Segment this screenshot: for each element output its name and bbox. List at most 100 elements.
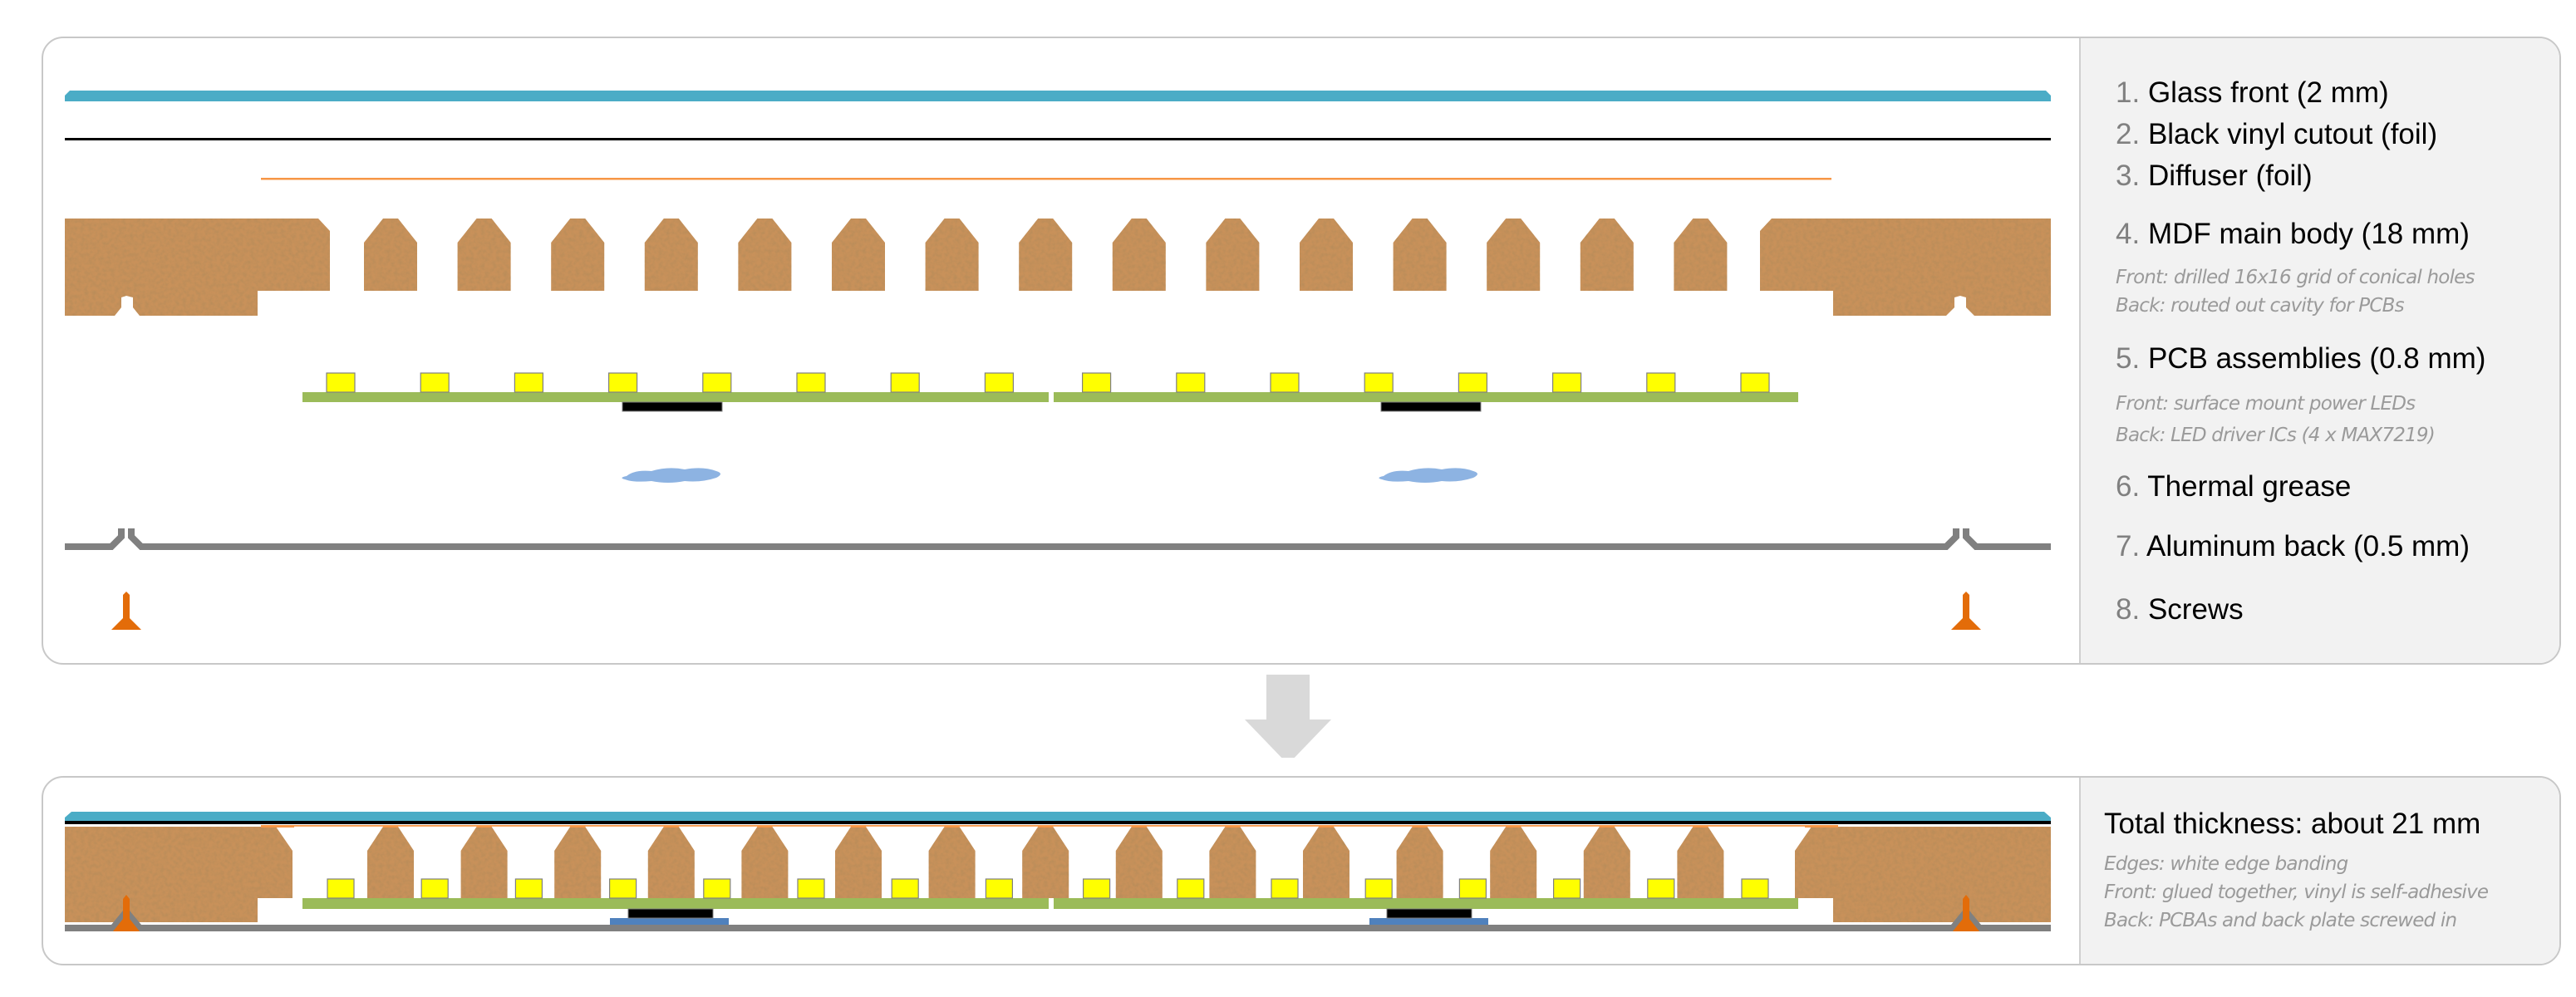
led — [1458, 878, 1487, 899]
mdf-left-block-texture — [65, 219, 330, 316]
legend-label: Aluminum back (0.5 mm) — [2146, 530, 2470, 562]
aluminum-back — [65, 528, 2051, 550]
mdf-pillar-texture — [1112, 219, 1166, 291]
arrow-shape — [1245, 675, 1331, 758]
legend-label: Thermal grease — [2147, 470, 2352, 503]
mdf-pillar-texture — [738, 219, 792, 291]
exploded-diagram — [65, 91, 2051, 630]
driver-ic — [1386, 908, 1472, 919]
exploded-view-panel: 1. Glass front (2 mm) 2. Black vinyl cut… — [42, 37, 2561, 665]
legend-number: 5. — [2116, 342, 2141, 375]
mdf-pillar-texture — [1393, 219, 1447, 291]
mdf-pillar-texture — [1396, 827, 1443, 898]
led — [796, 372, 826, 393]
led — [420, 878, 449, 899]
mdf-pillar-texture — [1583, 827, 1630, 898]
glass-front — [65, 91, 2051, 101]
led — [890, 372, 920, 393]
legend-number: 6. — [2116, 470, 2141, 503]
diffuser-contact — [1805, 825, 1838, 828]
mdf-pillar-texture — [644, 219, 698, 291]
led — [702, 372, 732, 393]
exploded-legend: 1. Glass front (2 mm) 2. Black vinyl cut… — [2079, 38, 2559, 663]
thermal-grease-compressed — [610, 918, 729, 925]
mdf-pillar-texture — [364, 219, 417, 291]
note-key: Front: — [2116, 393, 2169, 415]
led — [891, 878, 919, 899]
mdf-note-front: Front: drilled 16x16 grid of conical hol… — [2116, 263, 2475, 292]
legend-number: 4. — [2116, 218, 2141, 250]
diffuser-contact — [1131, 825, 1147, 828]
diffuser-contact — [1412, 825, 1428, 828]
legend-number: 3. — [2116, 160, 2141, 192]
note-key: Edges: — [2104, 853, 2166, 875]
led — [1271, 878, 1299, 899]
mdf-pillar-texture — [741, 827, 789, 898]
down-arrow-icon — [1245, 675, 1331, 758]
black-vinyl — [65, 138, 2051, 140]
pcb-left — [302, 392, 1049, 402]
thermal-grease-compressed — [1369, 918, 1488, 925]
glass-front — [65, 812, 2051, 821]
mdf-right-block-texture — [1795, 827, 2051, 922]
diffuser-contact — [476, 825, 492, 828]
pcb-note-front: Front: surface mount power LEDs — [2116, 389, 2416, 419]
assembled-note-back: Back: PCBAs and back plate screwed in — [2104, 906, 2457, 936]
diffuser-contact — [570, 825, 586, 828]
mdf-pillar-texture — [928, 827, 976, 898]
mdf-pillar-texture — [1303, 827, 1349, 898]
led — [420, 372, 450, 393]
mdf-pillar-texture — [551, 219, 605, 291]
legend-item-diffuser: 3. Diffuser (foil) — [2116, 160, 2313, 193]
thermal-grease — [622, 468, 720, 483]
mdf-pillar-texture — [1019, 219, 1073, 291]
diffuser-contact — [383, 825, 398, 828]
led — [608, 878, 637, 899]
legend-number: 7. — [2116, 530, 2141, 562]
legend-number: 8. — [2116, 593, 2141, 626]
legend-label: Black vinyl cutout (foil) — [2147, 118, 2438, 150]
led — [1176, 372, 1206, 393]
diffuser-contact — [944, 825, 960, 828]
legend-item-glass: 1. Glass front (2 mm) — [2116, 76, 2389, 110]
legend-item-vinyl: 2. Black vinyl cutout (foil) — [2116, 118, 2437, 151]
led — [1082, 878, 1111, 899]
mdf-pillar-texture — [460, 827, 508, 898]
mdf-pillar-texture — [1209, 827, 1256, 898]
led — [514, 878, 543, 899]
diffuser-foil — [261, 178, 1831, 180]
legend-item-mdf: 4. MDF main body (18 mm) — [2116, 218, 2470, 251]
aluminum-back — [65, 925, 2051, 931]
mdf-pillar-texture — [1300, 219, 1353, 291]
led — [1177, 878, 1205, 899]
mdf-pillar-texture — [832, 219, 885, 291]
led — [985, 878, 1014, 899]
led — [514, 372, 544, 393]
mdf-pillar-texture — [554, 827, 602, 898]
driver-ic — [622, 401, 723, 412]
diffuser-contact — [261, 825, 294, 828]
assembled-legend: Total thickness: about 21 mm Edges: whit… — [2079, 778, 2559, 964]
legend-number: 2. — [2116, 118, 2141, 150]
screw-icon — [1951, 592, 1981, 630]
led — [1552, 878, 1581, 899]
led — [1741, 878, 1769, 899]
mdf-pillar-texture — [1490, 827, 1537, 898]
thermal-grease — [1379, 468, 1477, 483]
led — [1364, 878, 1393, 899]
mdf-pillar-texture — [367, 827, 414, 898]
diffuser-contact — [1038, 825, 1054, 828]
note-text: surface mount power LEDs — [2168, 393, 2416, 415]
mdf-note-back: Back: routed out cavity for PCBs — [2116, 291, 2405, 321]
led — [1270, 372, 1300, 393]
led — [984, 372, 1015, 393]
note-text: glued together, vinyl is self-adhesive — [2156, 882, 2489, 903]
mdf-pillar-texture — [1487, 219, 1541, 291]
legend-label: Glass front (2 mm) — [2147, 76, 2389, 109]
note-key: Back: — [2104, 910, 2154, 931]
diffuser-contact — [1319, 825, 1334, 828]
led — [1364, 372, 1394, 393]
led — [326, 372, 356, 393]
note-text: drilled 16x16 grid of conical holes — [2168, 267, 2475, 288]
led — [797, 878, 825, 899]
